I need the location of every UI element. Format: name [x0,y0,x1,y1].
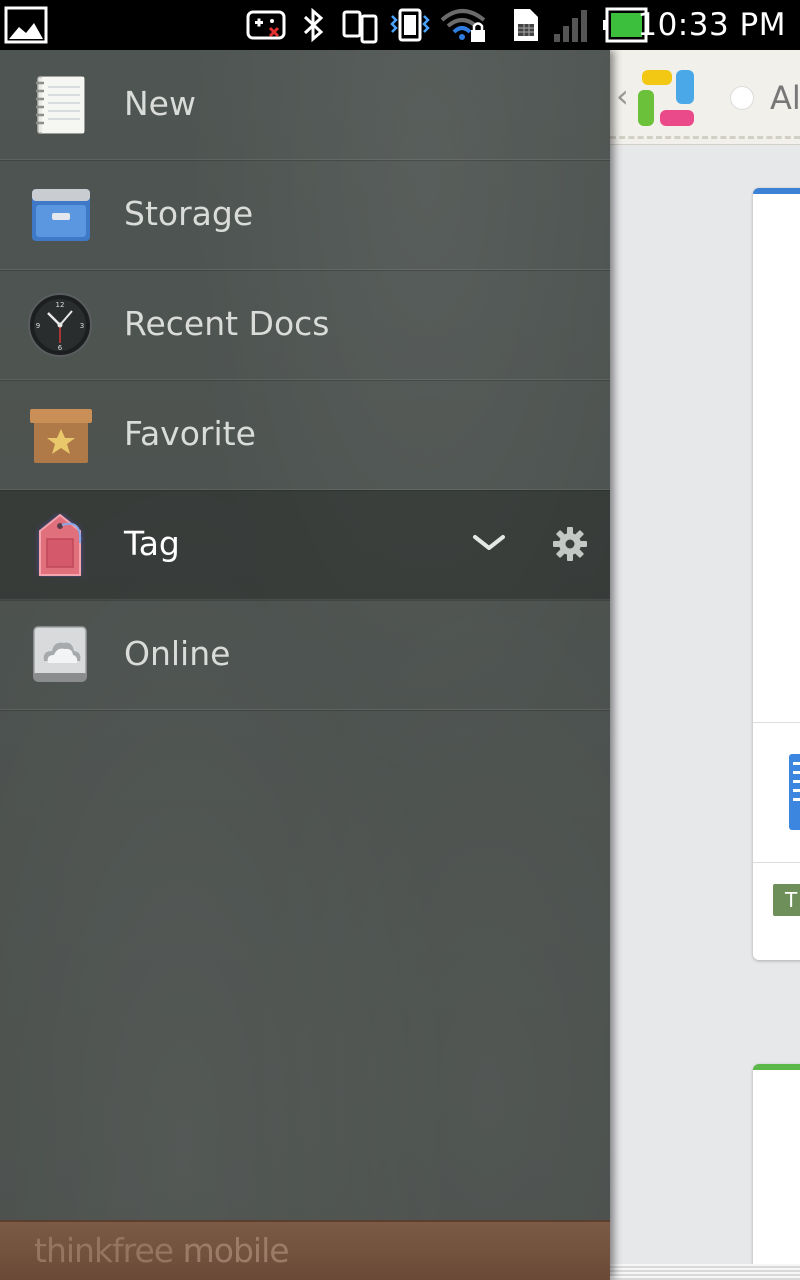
gear-icon[interactable] [552,526,588,562]
drawer-item-recent-docs[interactable]: 12 3 6 9 Recent Docs [0,270,610,380]
content-toolbar: ‹ Al [610,50,800,145]
drawer-footer: thinkfree mobile [0,1220,610,1280]
clock-icon: 12 3 6 9 [28,293,92,357]
svg-text:3: 3 [80,322,84,330]
drawer-item-label: Recent Docs [124,304,330,343]
drawer-item-label: Online [124,634,231,673]
main-content: ‹ Al T [610,50,800,1280]
drawer-item-label: Favorite [124,414,256,453]
bluetooth-icon [303,7,324,43]
screen-mirror-icon [342,10,378,44]
svg-text:12: 12 [56,301,65,309]
status-bar: 10:33 PM [0,0,800,50]
sim-card-icon [514,9,538,41]
drawer-item-online[interactable]: Online [0,600,610,710]
gamepad-disabled-icon [246,10,286,40]
drawer-item-label: New [124,84,196,123]
screen: 10:33 PM ‹ Al T New Storage 12 3 6 9 Rec… [0,0,800,1280]
filter-label: Al [770,79,800,117]
tag-chip[interactable]: T [773,884,800,916]
card-divider [753,862,800,863]
toolbar-stitch [610,136,800,139]
content-bottom-edge [610,1264,800,1280]
document-thumbnail-icon [789,754,800,830]
chevron-down-icon[interactable] [472,526,506,560]
app-logo-icon[interactable] [636,68,698,130]
drawer-item-new[interactable]: New [0,50,610,160]
drawer-item-tag[interactable]: Tag [0,490,610,600]
signal-icon [554,10,587,42]
drawer-item-label: Tag [124,524,180,563]
drawer-menu: New Storage 12 3 6 9 Recent Docs Favorit… [0,50,610,710]
drawer-item-storage[interactable]: Storage [0,160,610,270]
wifi-locked-icon [440,9,486,42]
brand-suffix: mobile [173,1231,290,1270]
tag-icon [39,513,82,576]
notebook-icon [36,76,85,134]
gallery-notification-icon [4,6,48,44]
vibrate-icon [390,8,430,42]
svg-text:9: 9 [36,322,40,330]
drawer-item-favorite[interactable]: Favorite [0,380,610,490]
brand-name: thinkfree [34,1231,174,1270]
drawer-item-label: Storage [124,194,254,233]
star-box-icon [30,409,92,463]
cloud-drive-icon [33,626,87,682]
document-card[interactable] [753,1064,800,1280]
brand-logo: thinkfree mobile [34,1230,290,1272]
card-divider [753,722,800,723]
file-cabinet-icon [32,189,90,241]
back-chevron-icon[interactable]: ‹ [616,80,629,112]
navigation-drawer: New Storage 12 3 6 9 Recent Docs Favorit… [0,50,610,1280]
filter-radio[interactable] [730,86,754,110]
svg-text:6: 6 [58,344,63,352]
document-card[interactable]: T [753,188,800,960]
status-time: 10:33 PM [637,7,786,43]
